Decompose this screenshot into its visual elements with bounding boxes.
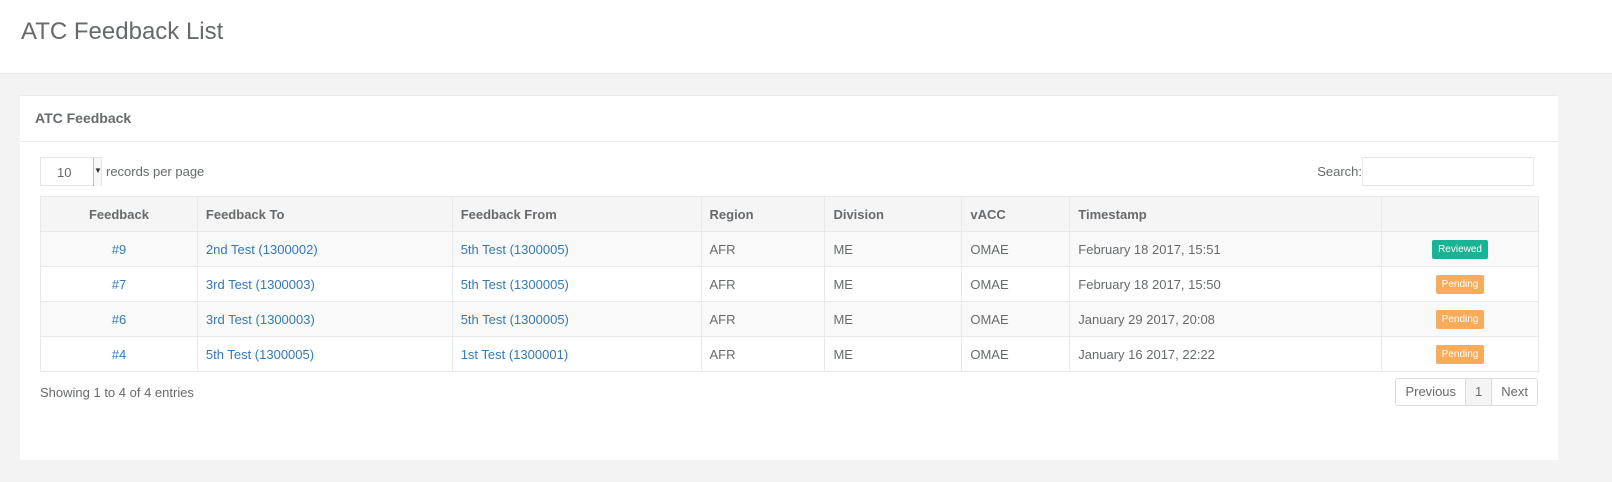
feedback-table: Feedback Feedback To Feedback From Regio… <box>40 196 1539 372</box>
table-header-row: Feedback Feedback To Feedback From Regio… <box>40 196 1539 232</box>
feedback-panel: ATC Feedback 10 ▼ records per page Searc… <box>20 95 1558 460</box>
column-header-region[interactable]: Region <box>700 196 826 232</box>
region-cell: AFR <box>700 301 826 337</box>
page-1-button[interactable]: 1 <box>1465 378 1493 406</box>
feedback-from-link[interactable]: 5th Test (1300005) <box>461 277 569 292</box>
timestamp-cell: February 18 2017, 15:51 <box>1069 231 1383 267</box>
column-header-feedback-to[interactable]: Feedback To <box>196 196 453 232</box>
division-cell: ME <box>824 301 963 337</box>
status-badge: Pending <box>1435 274 1485 294</box>
feedback-to-link[interactable]: 3rd Test (1300003) <box>206 312 315 327</box>
column-header-timestamp[interactable]: Timestamp <box>1069 196 1383 232</box>
records-per-page-value: 10 <box>57 164 72 180</box>
vacc-cell: OMAE <box>961 336 1071 372</box>
feedback-from-link[interactable]: 5th Test (1300005) <box>461 242 569 257</box>
feedback-to-link[interactable]: 3rd Test (1300003) <box>206 277 315 292</box>
feedback-id-link[interactable]: #7 <box>112 277 126 292</box>
timestamp-cell: January 16 2017, 22:22 <box>1069 336 1383 372</box>
page-header: ATC Feedback List <box>0 0 1612 74</box>
caret-down-icon: ▼ <box>93 157 102 186</box>
feedback-from-link[interactable]: 5th Test (1300005) <box>461 312 569 327</box>
feedback-id-link[interactable]: #9 <box>112 242 126 257</box>
search-input[interactable] <box>1362 156 1534 186</box>
timestamp-cell: January 29 2017, 20:08 <box>1069 301 1383 337</box>
column-header-status <box>1381 196 1539 232</box>
division-cell: ME <box>824 266 963 302</box>
region-cell: AFR <box>700 266 826 302</box>
feedback-from-link[interactable]: 1st Test (1300001) <box>461 347 568 362</box>
vacc-cell: OMAE <box>961 266 1071 302</box>
feedback-to-link[interactable]: 5th Test (1300005) <box>206 347 314 362</box>
previous-page-button[interactable]: Previous <box>1395 378 1467 406</box>
column-header-division[interactable]: Division <box>824 196 963 232</box>
division-cell: ME <box>824 336 963 372</box>
vacc-cell: OMAE <box>961 301 1071 337</box>
records-per-page-select[interactable]: 10 ▼ <box>40 156 102 186</box>
division-cell: ME <box>824 231 963 267</box>
table-info: Showing 1 to 4 of 4 entries <box>40 385 194 400</box>
panel-header: ATC Feedback <box>20 96 1558 142</box>
region-cell: AFR <box>700 336 826 372</box>
feedback-id-link[interactable]: #4 <box>112 347 126 362</box>
pagination: Previous 1 Next <box>1395 378 1538 406</box>
column-header-feedback[interactable]: Feedback <box>40 196 198 232</box>
panel-title: ATC Feedback <box>35 110 132 126</box>
feedback-to-link[interactable]: 2nd Test (1300002) <box>206 242 318 257</box>
vacc-cell: OMAE <box>961 231 1071 267</box>
page-length-control: 10 ▼ records per page <box>40 156 204 186</box>
next-page-button[interactable]: Next <box>1491 378 1538 406</box>
status-badge: Pending <box>1435 344 1485 364</box>
column-header-feedback-from[interactable]: Feedback From <box>451 196 702 232</box>
search-label: Search: <box>1317 163 1362 179</box>
status-badge: Reviewed <box>1432 239 1488 259</box>
column-header-vacc[interactable]: vACC <box>961 196 1071 232</box>
region-cell: AFR <box>700 231 826 267</box>
table-row: #9 2nd Test (1300002) 5th Test (1300005)… <box>40 231 1539 267</box>
feedback-id-link[interactable]: #6 <box>112 312 126 327</box>
table-row: #6 3rd Test (1300003) 5th Test (1300005)… <box>40 301 1539 337</box>
page-title: ATC Feedback List <box>21 18 224 45</box>
table-row: #7 3rd Test (1300003) 5th Test (1300005)… <box>40 266 1539 302</box>
table-row: #4 5th Test (1300005) 1st Test (1300001)… <box>40 336 1539 372</box>
records-per-page-label: records per page <box>106 163 205 179</box>
status-badge: Pending <box>1435 309 1485 329</box>
timestamp-cell: February 18 2017, 15:50 <box>1069 266 1383 302</box>
search-control: Search: <box>1317 156 1534 186</box>
